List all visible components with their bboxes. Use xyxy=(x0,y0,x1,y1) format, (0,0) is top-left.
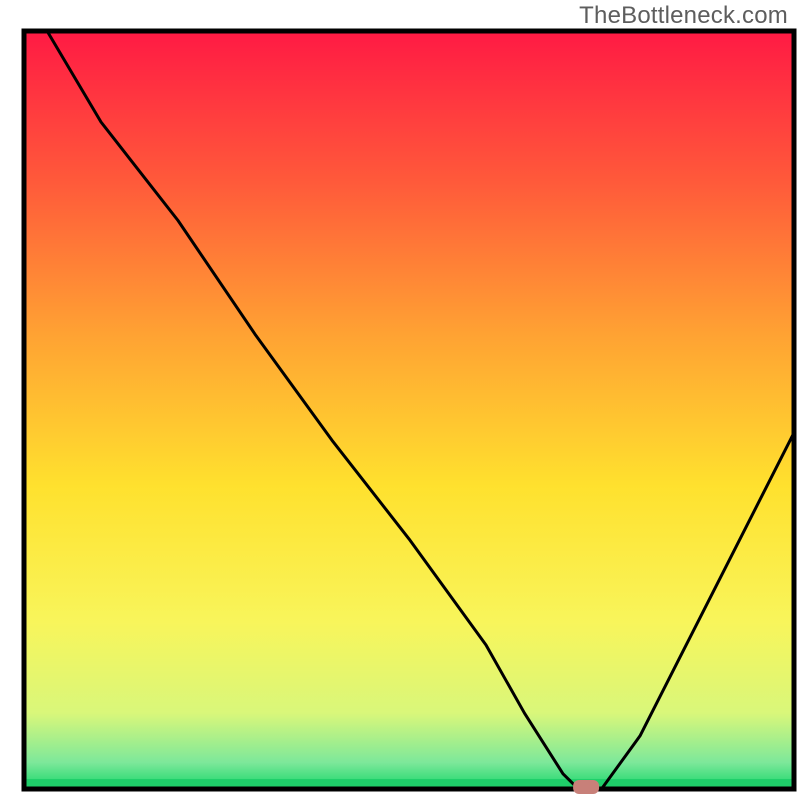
plot-background xyxy=(24,31,794,789)
chart-container: TheBottleneck.com xyxy=(0,0,800,800)
target-marker xyxy=(573,780,599,794)
bottleneck-chart xyxy=(0,0,800,800)
watermark-text: TheBottleneck.com xyxy=(579,2,788,30)
